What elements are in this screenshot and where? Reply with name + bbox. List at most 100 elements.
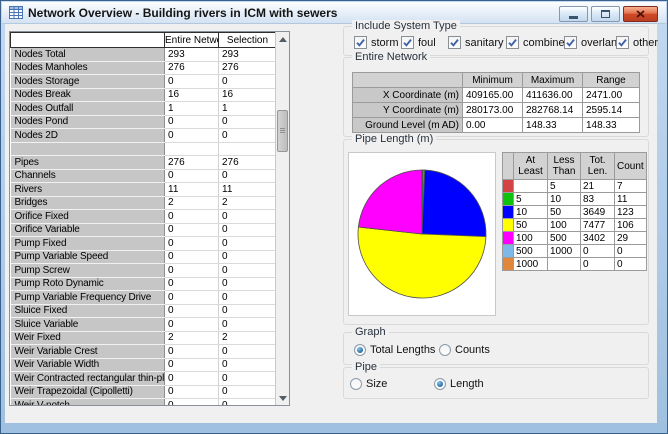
pipe-length-group: Pipe Length (m) At Least Less Than Tot. Le…: [343, 133, 649, 325]
summary-row-label: Rivers: [10, 182, 165, 197]
summary-value-entire-network: 11: [164, 182, 219, 197]
scrollbar-thumb[interactable]: [277, 110, 288, 152]
table-row: Y Coordinate (m) 280173.00 282768.14 2595.1…: [352, 102, 640, 118]
summary-value-entire-network: 0: [164, 344, 219, 359]
coordinates-range-value: 2595.14: [582, 102, 640, 118]
group-label: Pipe: [352, 361, 381, 373]
pipe-count-value: 11: [614, 192, 647, 206]
checkbox-foul[interactable]: foul: [401, 36, 436, 49]
coordinates-minimum-value: 409165.00: [462, 87, 523, 103]
summary-value-selection: 2: [218, 331, 277, 345]
summary-row-label: Nodes Outfall: [10, 101, 165, 116]
summary-value-selection: 276: [218, 61, 277, 75]
pipe-less-than-value: 500: [547, 231, 581, 245]
table-row: Sluice Variable 0 0: [10, 317, 277, 332]
radio-icon: [350, 378, 362, 390]
checkbox-checked-icon: [401, 36, 414, 49]
table-row: Pump Variable Speed 0 0: [10, 250, 277, 264]
scroll-up-icon: [278, 36, 287, 42]
summary-value-entire-network: 0: [164, 385, 219, 399]
checkbox-other[interactable]: other: [616, 36, 658, 49]
radio-length[interactable]: Length: [434, 378, 484, 390]
table-row: 10 50 3649 123: [502, 205, 647, 219]
pie-slice-100-500: [357, 169, 423, 235]
summary-value-entire-network: 0: [164, 304, 219, 318]
summary-value-entire-network: 0: [164, 115, 219, 129]
summary-value-entire-network: 0: [164, 358, 219, 372]
summary-value-entire-network: 0: [164, 74, 219, 89]
summary-row-label: [10, 142, 165, 156]
table-row: Weir Contracted rectangular thin-plate 0 0: [10, 371, 277, 386]
summary-row-label: Weir Variable Crest: [10, 344, 165, 359]
scroll-down-button[interactable]: [276, 391, 289, 405]
summary-row-label: Nodes Break: [10, 88, 165, 102]
pie-slice-10-50: [421, 169, 487, 238]
summary-row-label: Weir V-notch: [10, 398, 165, 405]
radio-size[interactable]: Size: [350, 378, 387, 390]
pie-slice-50-100: [357, 226, 487, 299]
pipe-total-length-value: 0: [580, 244, 615, 258]
summary-value-entire-network: 0: [164, 317, 219, 332]
minimize-button[interactable]: [559, 6, 588, 22]
summary-scrollbar[interactable]: [275, 32, 289, 405]
coordinates-corner-cell: [352, 72, 463, 88]
table-row: Nodes Manholes 276 276: [10, 61, 277, 75]
pipe-table-corner-cell: [502, 152, 514, 180]
summary-value-selection: 0: [218, 385, 277, 399]
close-icon: [636, 10, 645, 18]
summary-value-selection: 2: [218, 196, 277, 210]
pipe-column-header-less-than: Less Than: [547, 152, 581, 180]
summary-table: Entire NetworkSelection Nodes Total29329…: [10, 32, 277, 405]
group-label: Entire Network: [352, 51, 431, 63]
table-row: Weir Variable Width 0 0: [10, 358, 277, 372]
scroll-up-button[interactable]: [276, 32, 289, 46]
pipe-less-than-value: 10: [547, 192, 581, 206]
checkbox-label: other: [633, 36, 659, 49]
pipe-at-least-value: [513, 179, 548, 193]
summary-value-selection: 0: [218, 236, 277, 251]
checkbox-overland[interactable]: overland: [564, 36, 623, 49]
summary-value-entire-network: [164, 142, 219, 156]
checkbox-storm[interactable]: storm: [354, 36, 399, 49]
checkbox-combined[interactable]: combined: [506, 36, 571, 49]
summary-row-label: Pump Variable Frequency Drive: [10, 290, 165, 305]
pipe-total-length-value: 3649: [580, 205, 615, 219]
summary-value-selection: 16: [218, 88, 277, 102]
summary-value-selection: 0: [218, 317, 277, 332]
maximize-button[interactable]: [591, 6, 620, 22]
table-row: Ground Level (m AD) 0.00 148.33 148.33: [352, 117, 640, 133]
coordinates-column-header-maximum: Maximum: [522, 72, 583, 88]
summary-value-entire-network: 0: [164, 236, 219, 251]
table-row: Channels 0 0: [10, 169, 277, 183]
coordinates-column-header-minimum: Minimum: [462, 72, 523, 88]
summary-value-entire-network: 16: [164, 88, 219, 102]
table-row: Nodes Total 293 293: [10, 47, 277, 62]
table-row: Pump Fixed 0 0: [10, 236, 277, 251]
table-row: Nodes 2D 0 0: [10, 128, 277, 143]
radio-counts[interactable]: Counts: [439, 344, 490, 356]
group-label: Pipe Length (m): [352, 133, 437, 145]
summary-row-label: Weir Variable Width: [10, 358, 165, 372]
summary-row-label: Weir Contracted rectangular thin-plate: [10, 371, 165, 386]
summary-value-selection: 0: [218, 263, 277, 278]
radio-total-lengths[interactable]: Total Lengths: [354, 344, 435, 356]
summary-value-entire-network: 276: [164, 61, 219, 75]
table-row: Bridges 2 2: [10, 196, 277, 210]
title-bar[interactable]: Network Overview - Building rivers in IC…: [2, 2, 666, 24]
table-row: 100 500 3402 29: [502, 231, 647, 245]
pipe-column-header-at-least: At Least: [513, 152, 548, 180]
pipe-count-value: 123: [614, 205, 647, 219]
pipe-at-least-value: 100: [513, 231, 548, 245]
summary-value-entire-network: 1: [164, 101, 219, 116]
coordinates-maximum-value: 282768.14: [522, 102, 583, 118]
coordinates-range-value: 148.33: [582, 117, 640, 133]
network-overview-window: Network Overview - Building rivers in IC…: [0, 0, 668, 434]
summary-value-selection: 0: [218, 223, 277, 237]
coordinates-minimum-value: 280173.00: [462, 102, 523, 118]
close-button[interactable]: [623, 6, 658, 22]
table-row: Pump Screw 0 0: [10, 263, 277, 278]
checkbox-checked-icon: [448, 36, 461, 49]
summary-value-entire-network: 0: [164, 263, 219, 278]
checkbox-sanitary[interactable]: sanitary: [448, 36, 504, 49]
summary-row-label: Nodes Pond: [10, 115, 165, 129]
